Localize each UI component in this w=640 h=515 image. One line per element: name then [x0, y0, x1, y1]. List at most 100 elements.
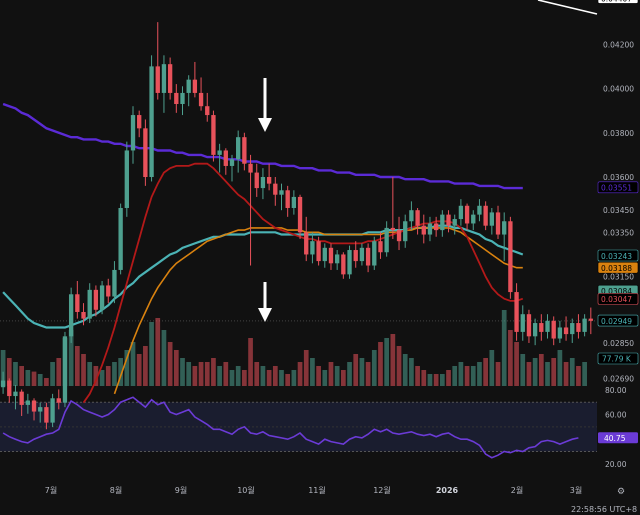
price-tick-label: 0.03800 [603, 129, 634, 138]
candle-body [582, 318, 587, 332]
volume-bar [365, 362, 371, 386]
time-tick-label: 12월 [373, 485, 391, 495]
volume-bar [143, 346, 148, 386]
candle-body [557, 327, 563, 339]
volume-bar [254, 362, 260, 386]
candle-body [93, 289, 99, 310]
volume-bar [235, 366, 241, 386]
candle-body [440, 214, 445, 231]
time-tick-label: 2026 [436, 486, 459, 495]
volume-bar [439, 374, 445, 386]
candle-body [254, 172, 259, 189]
candle-body [81, 311, 86, 319]
time-tick-label: 9월 [175, 485, 187, 495]
price-tick-label: 0.02850 [603, 339, 634, 348]
arrow-price-annotation [258, 78, 272, 132]
arrow-head [258, 118, 272, 132]
volume-bar [87, 362, 93, 386]
time-tick-label: 11월 [308, 485, 326, 495]
volume-bar [19, 366, 25, 386]
candle-body [384, 227, 389, 253]
price-tick-label: 0.03450 [603, 206, 634, 215]
volume-bar [217, 366, 222, 386]
volume-bar [130, 342, 136, 386]
candle-body [489, 212, 494, 226]
candle-body [99, 285, 105, 310]
volume-bar [334, 366, 340, 386]
volume-bar [105, 366, 111, 386]
candle-body [205, 106, 210, 116]
candle-body [502, 221, 507, 235]
price-tag-label: 0.03047 [601, 295, 632, 304]
candle-body [341, 254, 346, 275]
candle-body [273, 183, 278, 195]
volume-bar [402, 354, 408, 386]
candle-body [514, 292, 519, 332]
volume-bar [563, 362, 569, 386]
candle-body [44, 407, 49, 423]
price-tick-label: 0.03600 [603, 173, 634, 182]
candle-body [365, 247, 371, 266]
candle-body [508, 221, 513, 293]
volume-bar [310, 358, 315, 386]
volume-bar [223, 362, 229, 386]
candle-body [68, 294, 74, 337]
price-tag-ma-teal: 0.03243 [597, 249, 639, 262]
candle-body [149, 66, 154, 178]
volume-bar [409, 358, 414, 386]
volume-bar [303, 350, 309, 386]
candle-body [211, 115, 216, 155]
volume-bar [470, 366, 476, 386]
volume-bar [37, 374, 43, 386]
candle-body [335, 254, 340, 264]
candle-body [19, 391, 24, 405]
candle-body [477, 205, 482, 215]
candle-body [297, 196, 303, 233]
candle-body [359, 247, 365, 262]
volume-bar [514, 342, 519, 386]
volume-bar [180, 358, 185, 386]
candle-body [38, 407, 43, 412]
price-tick-label: 0.02690 [603, 374, 634, 383]
candle-body [328, 247, 334, 264]
volume-bar [229, 370, 235, 386]
volume-bar [538, 354, 544, 386]
volume-bar [545, 362, 550, 386]
volume-bar [378, 342, 383, 386]
arrow-volume-annotation [258, 282, 272, 322]
volume-bar [149, 322, 154, 386]
moving-averages [2, 102, 524, 404]
time-axis[interactable]: 7월 8월 9월 10월 11월 12월 2026 2월 3월 [45, 485, 582, 495]
price-tag-label: 0.02949 [601, 317, 632, 326]
volume-bar [328, 362, 334, 386]
gear-icon[interactable]: ⚙ [616, 487, 626, 497]
volume-bar [316, 366, 321, 386]
candle-body [421, 225, 426, 235]
candle-body [526, 314, 532, 337]
volume-bar [353, 354, 359, 386]
volume-bar [161, 330, 167, 386]
volume-bar [81, 354, 86, 386]
volume-bar [198, 362, 204, 386]
candle-body [167, 64, 173, 93]
volume-bar [341, 370, 346, 386]
candle-body [260, 177, 266, 189]
volume-bar [192, 366, 198, 386]
price-tag-label: 0.04407 [601, 0, 632, 3]
volume-bar [526, 362, 532, 386]
candle-body [570, 323, 575, 335]
candle-body [347, 250, 352, 275]
candle-body [180, 92, 185, 104]
volume-bar [204, 362, 210, 386]
volume-bar [13, 362, 18, 386]
candle-body [316, 241, 321, 262]
candle-body [304, 232, 309, 255]
volume-bar [371, 350, 377, 386]
candle-body [495, 212, 501, 235]
volume-bar [427, 374, 433, 386]
volume-bar [582, 362, 587, 386]
candle-body [464, 205, 470, 224]
volume-bar [186, 362, 192, 386]
volume-bar [167, 342, 173, 386]
volume-bar [291, 370, 297, 386]
